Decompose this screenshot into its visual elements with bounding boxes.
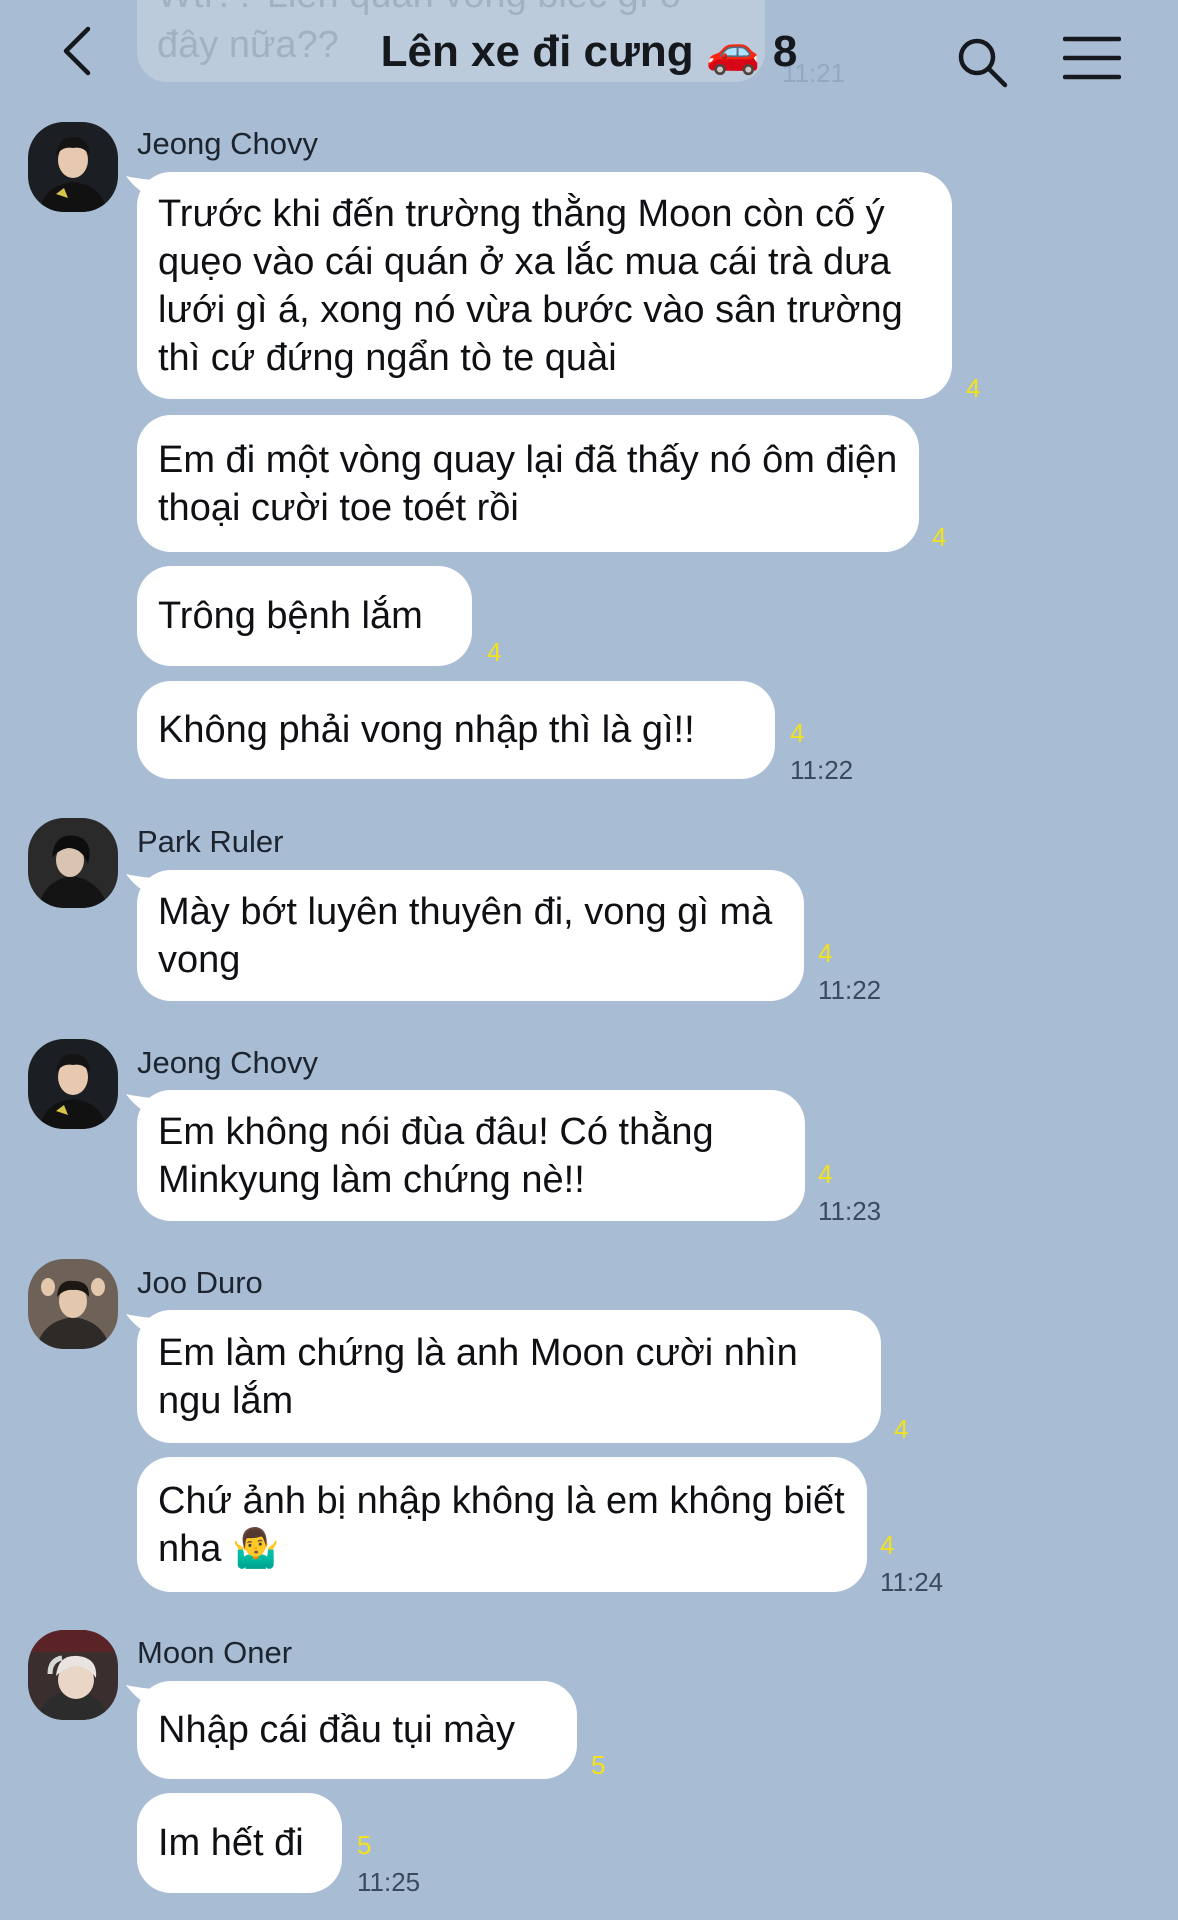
message-time: 11:23 (818, 1196, 882, 1226)
message-bubble[interactable]: Trông bệnh lắm (137, 566, 472, 666)
message-bubble[interactable]: Chứ ảnh bị nhập không là em không biết n… (137, 1457, 867, 1592)
sender-name: Jeong Chovy (137, 126, 318, 161)
read-count: 4 (818, 1159, 833, 1189)
message-text: Im hết đi (158, 1822, 304, 1864)
message-bubble[interactable]: Em làm chứng là anh Moon cười nhìn ngu l… (137, 1310, 881, 1443)
message-text: Không phải vong nhập thì là gì!! (158, 709, 695, 751)
read-count: 4 (487, 637, 502, 667)
message-text: Em không nói đùa đâu! Có thằng Minkyung … (158, 1110, 714, 1201)
message-time: 11:22 (790, 755, 854, 785)
message-time: 11:22 (818, 975, 882, 1005)
message-text: Nhập cái đầu tụi mày (158, 1709, 515, 1751)
member-count: 8 (772, 27, 798, 76)
message-text: Trước khi đến trường thằng Moon còn cố ý… (158, 192, 903, 379)
message-time: 11:25 (357, 1867, 421, 1897)
chat-name: Lên xe đi cưng 🚗 (380, 27, 761, 76)
avatar-park-ruler[interactable] (28, 818, 118, 908)
message-bubble[interactable]: Em đi một vòng quay lại đã thấy nó ôm đi… (137, 415, 919, 552)
sender-name: Joo Duro (137, 1265, 263, 1300)
avatar-joo-duro[interactable] (28, 1259, 118, 1349)
search-icon[interactable] (955, 35, 1009, 89)
read-count: 5 (357, 1830, 372, 1860)
sender-name: Jeong Chovy (137, 1045, 318, 1080)
message-text: Chứ ảnh bị nhập không là em không biết n… (158, 1479, 845, 1570)
read-count: 4 (966, 373, 981, 403)
message-bubble[interactable]: Em không nói đùa đâu! Có thằng Minkyung … (137, 1090, 805, 1221)
read-count: 5 (591, 1750, 606, 1780)
message-bubble[interactable]: Im hết đi (137, 1793, 342, 1893)
read-count: 4 (818, 938, 833, 968)
sender-name: Park Ruler (137, 824, 284, 859)
message-text: Mày bớt luyên thuyên đi, vong gì mà vong (158, 890, 773, 981)
message-bubble[interactable]: Mày bớt luyên thuyên đi, vong gì mà vong (137, 870, 804, 1001)
menu-icon[interactable] (1063, 35, 1121, 81)
message-bubble[interactable]: Trước khi đến trường thằng Moon còn cố ý… (137, 172, 952, 399)
chat-header: Wtf?? Liên quan vong biếc gì ở đây nữa??… (0, 0, 1178, 105)
message-text: Em đi một vòng quay lại đã thấy nó ôm đi… (158, 438, 898, 529)
message-text: Trông bệnh lắm (158, 595, 423, 637)
sender-name: Moon Oner (137, 1635, 293, 1670)
message-time: 11:24 (880, 1567, 944, 1597)
read-count: 4 (880, 1530, 895, 1560)
avatar-moon-oner[interactable] (28, 1630, 118, 1720)
avatar-jeong-chovy[interactable] (28, 1039, 118, 1129)
message-bubble[interactable]: Nhập cái đầu tụi mày (137, 1681, 577, 1779)
message-text: Em làm chứng là anh Moon cười nhìn ngu l… (158, 1331, 798, 1422)
avatar-jeong-chovy[interactable] (28, 122, 118, 212)
read-count: 4 (790, 718, 805, 748)
read-count: 4 (894, 1414, 909, 1444)
read-count: 4 (932, 522, 947, 552)
message-bubble[interactable]: Không phải vong nhập thì là gì!! (137, 681, 775, 779)
